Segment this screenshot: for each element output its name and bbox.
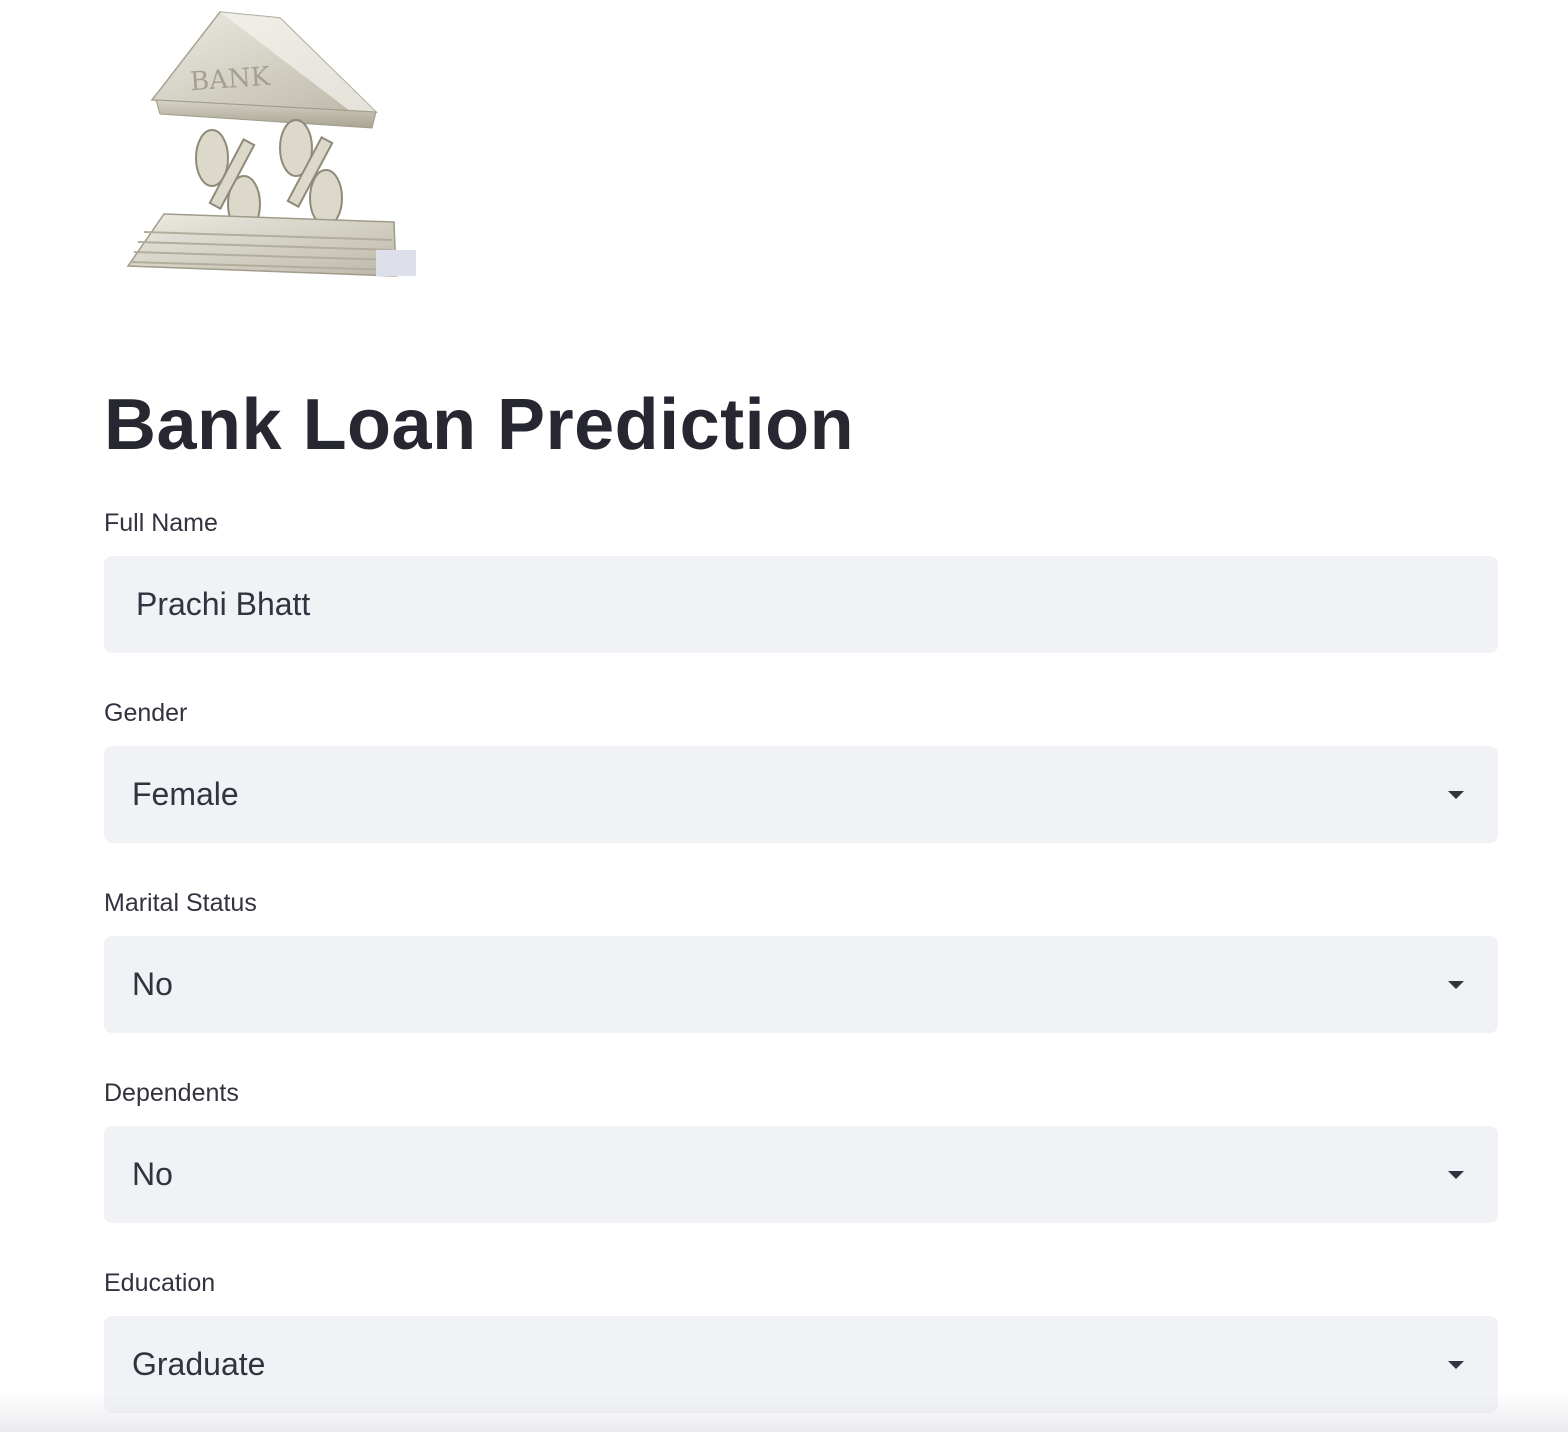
education-select[interactable]: Graduate [104, 1316, 1498, 1413]
full-name-input[interactable] [132, 586, 1466, 623]
marital-status-selected-value: No [132, 966, 173, 1002]
bank-logo-image: BANK [104, 8, 416, 288]
gender-label: Gender [104, 699, 188, 727]
education-label: Education [104, 1269, 216, 1297]
chevron-down-icon[interactable] [1448, 980, 1464, 989]
gender-select[interactable]: Female [104, 746, 1498, 843]
dependents-label: Dependents [104, 1079, 239, 1107]
gender-field: Gender Female [104, 697, 1498, 843]
full-name-label: Full Name [104, 509, 218, 537]
logo-text: BANK [189, 62, 272, 98]
app-page: BANK Bank Loan Prediction Full Name Prac… [0, 0, 1568, 1432]
education-field: Education Graduate [104, 1267, 1498, 1413]
gender-selected-value: Female [132, 776, 239, 812]
marital-status-select[interactable]: No [104, 936, 1498, 1033]
chevron-down-icon[interactable] [1448, 1170, 1464, 1179]
marital-status-field: Marital Status No [104, 887, 1498, 1033]
chevron-down-icon[interactable] [1448, 790, 1464, 799]
full-name-field: Full Name [104, 507, 1498, 653]
page-title: Bank Loan Prediction [104, 385, 855, 465]
full-name-input-box[interactable] [104, 556, 1498, 653]
marital-status-label: Marital Status [104, 889, 257, 917]
dependents-select[interactable]: No [104, 1126, 1498, 1223]
bank-building-percent-icon: BANK [126, 11, 416, 277]
education-selected-value: Graduate [132, 1346, 266, 1382]
dependents-field: Dependents No [104, 1077, 1498, 1223]
chevron-down-icon[interactable] [1448, 1360, 1464, 1369]
dependents-selected-value: No [132, 1156, 173, 1192]
